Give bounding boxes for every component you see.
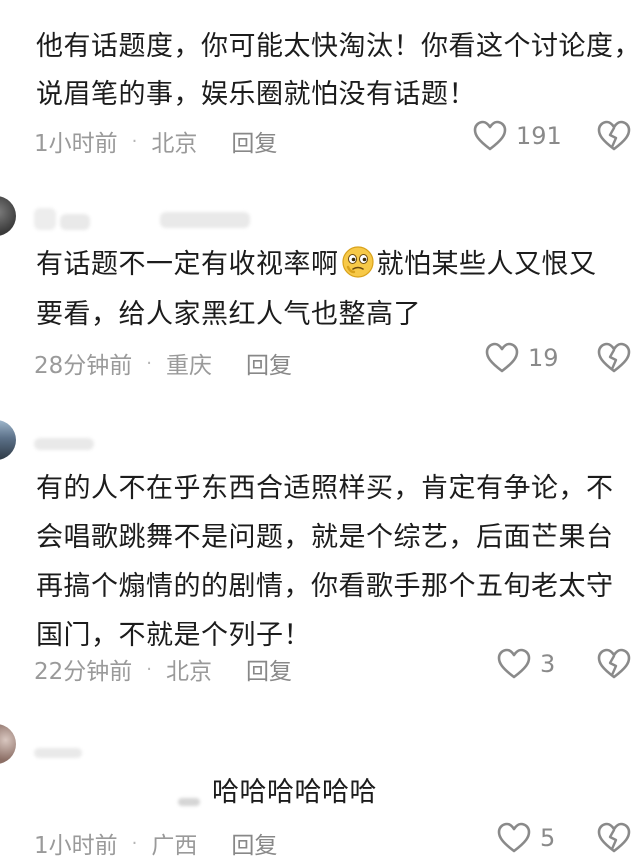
heart-outline-icon [485,342,519,373]
meta-dot: · [146,352,153,374]
comment-text-line: 要看，给人家黑红人气也整高了 [36,299,421,330]
username-blurred[interactable] [60,214,90,230]
comment-text-line: 他有话题度，你可能太快淘汰！你看这个讨论度， [36,31,640,62]
username-blurred[interactable] [34,748,82,758]
comment-time: 22分钟前 [34,659,133,685]
avatar[interactable] [0,420,16,460]
comment-meta: 1小时前 · 北京 回复 [34,124,277,158]
like-button[interactable]: 3 [496,648,555,680]
comment-location: 重庆 [166,353,213,379]
heart-outline-icon [497,822,531,853]
like-count: 5 [540,824,556,852]
username-blurred[interactable] [178,798,200,806]
comment-time: 1小时前 [34,131,118,157]
like-count: 191 [516,122,562,150]
comment-text-line: 会唱歌跳舞不是问题，就是个综艺，后面芒果台 [36,522,614,553]
comment-meta: 1小时前 · 广西 回复 [34,826,277,860]
comment-text-line: 有话题不一定有收视率啊 就怕某些人又恨又 [36,240,597,290]
like-button[interactable]: 191 [472,120,562,152]
comment-time: 1小时前 [34,833,118,859]
broken-heart-icon [597,342,631,373]
heart-outline-icon [473,120,507,151]
thinking-face-emoji [341,246,374,278]
like-button[interactable]: 5 [496,822,555,854]
avatar[interactable] [0,724,16,764]
dislike-button[interactable] [596,342,632,378]
meta-dot: · [131,130,138,152]
comment-text-line: 有的人不在乎东西合适照样买，肯定有争论，不 [36,473,614,504]
dislike-button[interactable] [596,822,632,858]
like-count: 19 [528,344,559,372]
comment-location: 广西 [151,833,198,859]
dislike-button[interactable] [596,648,632,684]
like-button[interactable]: 19 [484,342,559,374]
comment-meta: 28分钟前 · 重庆 回复 [34,346,292,380]
comment-time: 28分钟前 [34,353,133,379]
heart-outline-icon [497,648,531,679]
meta-dot: · [131,832,138,854]
username-blurred[interactable] [34,208,56,230]
broken-heart-icon [597,648,631,679]
meta-dot: · [146,658,153,680]
username-blurred[interactable] [160,212,250,228]
comment-text-part: 就怕某些人又恨又 [376,249,597,280]
reply-button[interactable]: 回复 [246,652,292,686]
comment-text-part: 有话题不一定有收视率啊 [36,249,339,280]
dislike-button[interactable] [596,120,632,156]
comment-text-line: 再搞个煽情的的剧情，你看歌手那个五旬老太守 [36,571,614,602]
comment-location: 北京 [151,131,198,157]
reply-button[interactable]: 回复 [246,346,292,380]
reply-button[interactable]: 回复 [231,826,277,860]
username-blurred[interactable] [34,438,94,450]
broken-heart-icon [597,822,631,853]
comment-meta: 22分钟前 · 北京 回复 [34,652,292,686]
avatar[interactable] [0,196,16,236]
broken-heart-icon [597,120,631,151]
reply-button[interactable]: 回复 [231,124,277,158]
like-count: 3 [540,650,556,678]
comment-location: 北京 [166,659,213,685]
comment-text-line: 哈哈哈哈哈哈 [212,777,377,808]
comment-text-line: 说眉笔的事，娱乐圈就怕没有话题！ [36,79,476,110]
